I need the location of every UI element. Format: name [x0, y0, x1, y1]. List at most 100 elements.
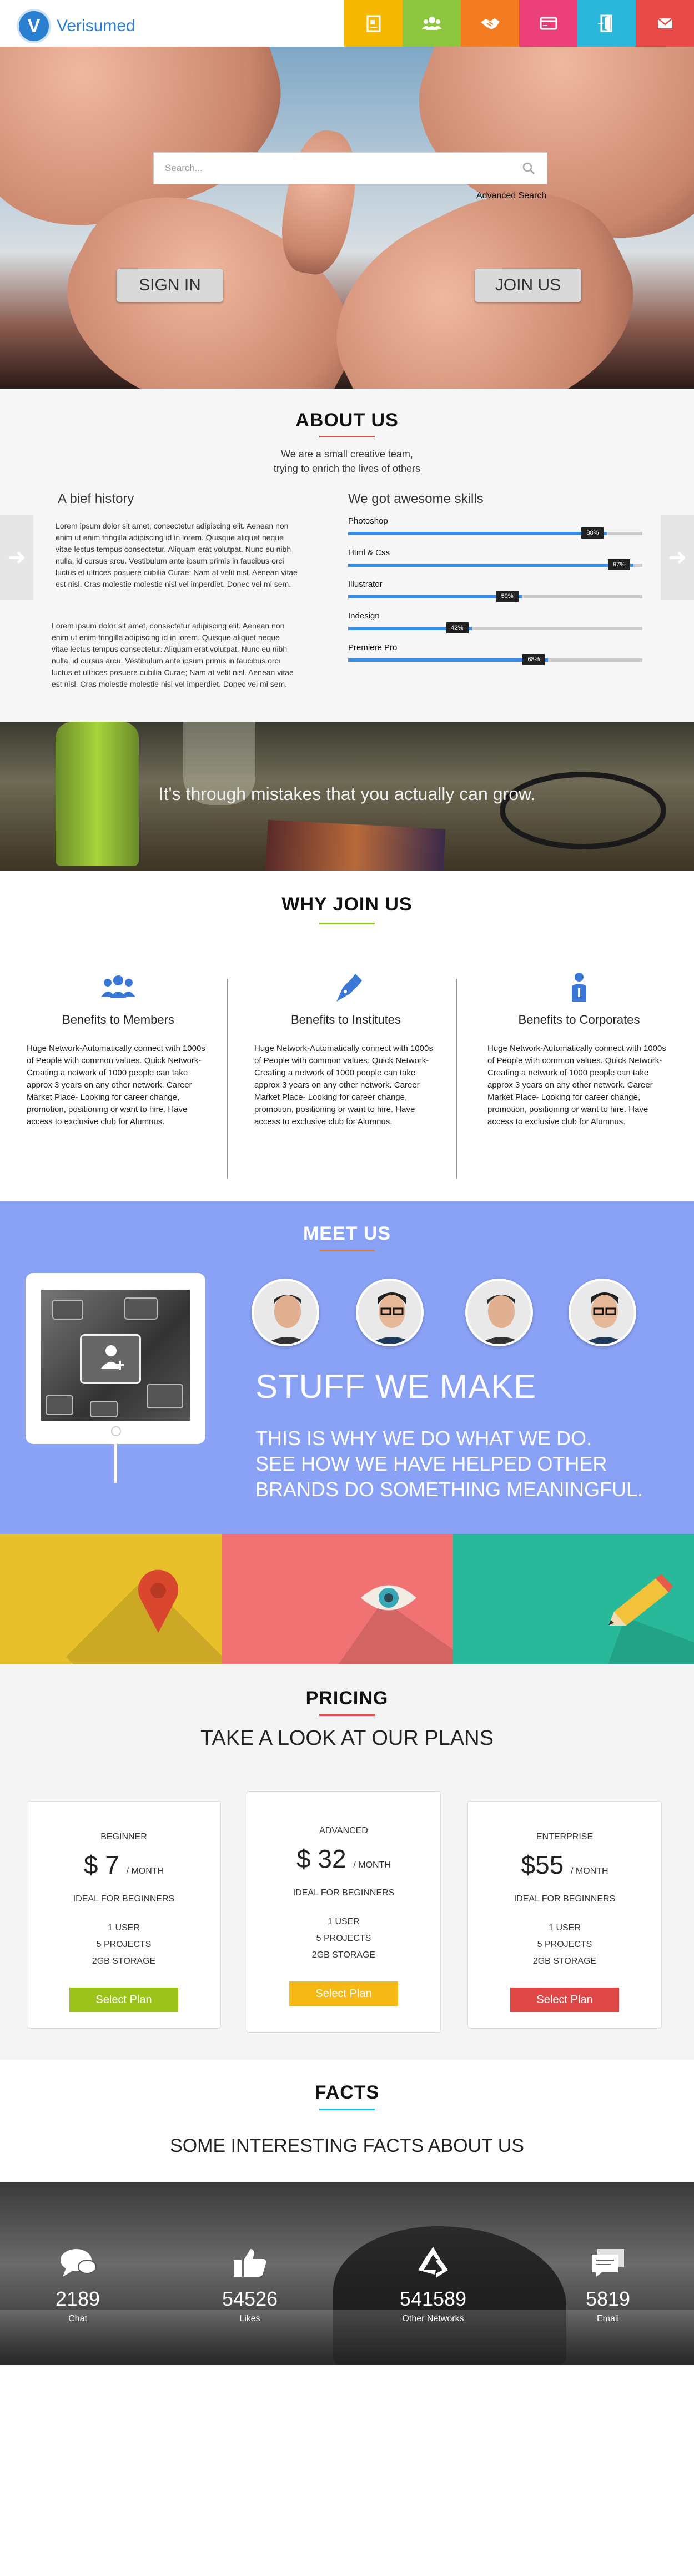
- tile-pencil[interactable]: [453, 1534, 694, 1664]
- skill-bar-track: 88%: [348, 527, 642, 539]
- search-input[interactable]: Search...: [153, 152, 547, 184]
- nav-mail-button[interactable]: [636, 0, 694, 47]
- tablet-screen-tile: [124, 1297, 158, 1320]
- skills-title: We got awesome skills: [348, 491, 484, 506]
- stat-icon-wrap: [194, 2243, 305, 2282]
- arrow-left-icon: ➜: [7, 545, 26, 570]
- stats-banner: 2189 Chat 54526 Likes 541589 Other Netwo…: [0, 2182, 694, 2365]
- stat-number: 54526: [222, 2287, 278, 2310]
- skill-row: Indesign 42%: [348, 611, 642, 645]
- stat-number: 5819: [585, 2287, 631, 2310]
- pricing-section: PRICING TAKE A LOOK AT OUR PLANS BEGINNE…: [0, 1664, 694, 2060]
- select-plan-button[interactable]: Select Plan: [289, 1981, 398, 2006]
- next-arrow-button[interactable]: ➜: [661, 515, 694, 600]
- plan-feature: 2GB STORAGE: [311, 1950, 376, 1960]
- nav-users-button[interactable]: [403, 0, 461, 47]
- about-subtitle: We are a small creative team, trying to …: [0, 447, 694, 476]
- stuff-subtitle-line: BRANDS DO SOMETHING MEANINGFUL.: [255, 1478, 643, 1501]
- about-subtitle-line: We are a small creative team,: [281, 449, 413, 460]
- search-placeholder: Search...: [165, 163, 203, 173]
- skill-percent-badge: 59%: [496, 591, 519, 602]
- logo[interactable]: V Verisumed: [17, 9, 135, 43]
- why-divider: [227, 979, 228, 1179]
- skill-row: Html & Css 97%: [348, 548, 642, 581]
- plan-feature: 2GB STORAGE: [92, 1956, 156, 1966]
- select-plan-button[interactable]: Select Plan: [510, 1988, 619, 2012]
- nav-handshake-button[interactable]: [461, 0, 519, 47]
- stat-chat: 2189 Chat: [22, 2243, 133, 2324]
- plan-card-beginner: BEGINNER $ 7 / MONTH IDEAL FOR BEGINNERS…: [27, 1801, 221, 2029]
- arrow-right-icon: ➜: [668, 545, 687, 570]
- skill-row: Illustrator 59%: [348, 580, 642, 613]
- stat-number: 541589: [399, 2287, 467, 2310]
- top-nav: [344, 0, 694, 47]
- nav-card-button[interactable]: [519, 0, 577, 47]
- join-us-button[interactable]: JOIN US: [475, 269, 581, 302]
- skill-bar-fill: [348, 564, 634, 567]
- tablet-screen-tile: [52, 1300, 83, 1320]
- person-avatar-icon: [254, 1281, 317, 1344]
- plan-features: 1 USER 5 PROJECTS 2GB STORAGE: [468, 1920, 661, 1970]
- plan-card-advanced: ADVANCED $ 32 / MONTH IDEAL FOR BEGINNER…: [247, 1791, 441, 2033]
- advanced-search-link[interactable]: Advanced Search: [476, 191, 546, 201]
- plan-name: ADVANCED: [319, 1826, 368, 1835]
- history-title: A bief history: [58, 491, 134, 506]
- page: V Verisumed Search... Advanced Search SI…: [0, 0, 694, 2576]
- eye-icon: [361, 1585, 416, 1611]
- plan-price-value: $ 7: [83, 1850, 119, 1879]
- stat-networks: 541589 Other Networks: [378, 2243, 489, 2324]
- plan-price: $ 7 / MONTH: [27, 1850, 220, 1880]
- stat-label: Likes: [239, 2314, 260, 2323]
- pricing-tagline: TAKE A LOOK AT OUR PLANS: [200, 1727, 494, 1750]
- meet-title-underline: [319, 1250, 375, 1251]
- plan-price-value: $ 32: [296, 1844, 346, 1873]
- skill-row: Photoshop 88%: [348, 516, 642, 550]
- tablet-illustration: [26, 1273, 205, 1483]
- tablet-home-button: [111, 1426, 121, 1436]
- facts-title: FACTS: [314, 2082, 380, 2103]
- plan-feature: 1 USER: [108, 1923, 140, 1933]
- prev-arrow-button[interactable]: ➜: [0, 515, 33, 600]
- nav-document-button[interactable]: [344, 0, 403, 47]
- tile-location[interactable]: [0, 1534, 222, 1664]
- avatar[interactable]: [569, 1279, 636, 1346]
- pricing-title: PRICING: [305, 1688, 389, 1709]
- avatar[interactable]: [465, 1279, 533, 1346]
- why-divider: [456, 979, 457, 1179]
- select-plan-button[interactable]: Select Plan: [69, 1988, 178, 2012]
- person-avatar-icon: [571, 1281, 634, 1344]
- feature-tiles: [0, 1534, 694, 1664]
- about-subtitle-line: trying to enrich the lives of others: [273, 463, 421, 474]
- plan-feature: 1 USER: [549, 1923, 581, 1933]
- skill-name: Photoshop: [348, 516, 388, 526]
- chat-icon: [61, 2249, 97, 2277]
- avatar[interactable]: [356, 1279, 424, 1346]
- add-user-icon: [101, 1345, 124, 1370]
- skill-name: Illustrator: [348, 580, 383, 589]
- users-icon: [421, 17, 442, 30]
- skill-percent-badge: 68%: [522, 654, 545, 665]
- nav-door-button[interactable]: [577, 0, 636, 47]
- stuff-subtitle: THIS IS WHY WE DO WHAT WE DO. SEE HOW WE…: [255, 1426, 643, 1502]
- tablet-screen: [41, 1290, 190, 1421]
- stat-email: 5819 Email: [552, 2243, 663, 2324]
- tile-eye[interactable]: [222, 1534, 453, 1664]
- plan-description: IDEAL FOR BEGINNERS: [293, 1888, 395, 1898]
- plan-feature: 2GB STORAGE: [532, 1956, 597, 1966]
- skill-percent-badge: 97%: [608, 559, 631, 570]
- door-icon: [597, 14, 612, 32]
- search-icon[interactable]: [521, 161, 536, 175]
- avatar[interactable]: [252, 1279, 319, 1346]
- skill-bar-track: 42%: [348, 622, 642, 633]
- sign-in-button[interactable]: SIGN IN: [117, 269, 223, 302]
- document-icon: [366, 15, 380, 32]
- plan-price-value: $55: [521, 1850, 564, 1879]
- facts-tagline: SOME INTERESTING FACTS ABOUT US: [170, 2135, 524, 2156]
- plan-feature: 5 PROJECTS: [537, 1940, 592, 1949]
- plan-feature: 5 PROJECTS: [96, 1940, 152, 1949]
- stat-likes: 54526 Likes: [194, 2243, 305, 2324]
- why-join-section: WHY JOIN US Benefits to Members Huge Net…: [0, 871, 694, 1201]
- recycle-icon: [418, 2247, 448, 2278]
- why-column-text: Huge Network-Automatically connect with …: [27, 1044, 205, 1126]
- email-icon: [592, 2249, 624, 2277]
